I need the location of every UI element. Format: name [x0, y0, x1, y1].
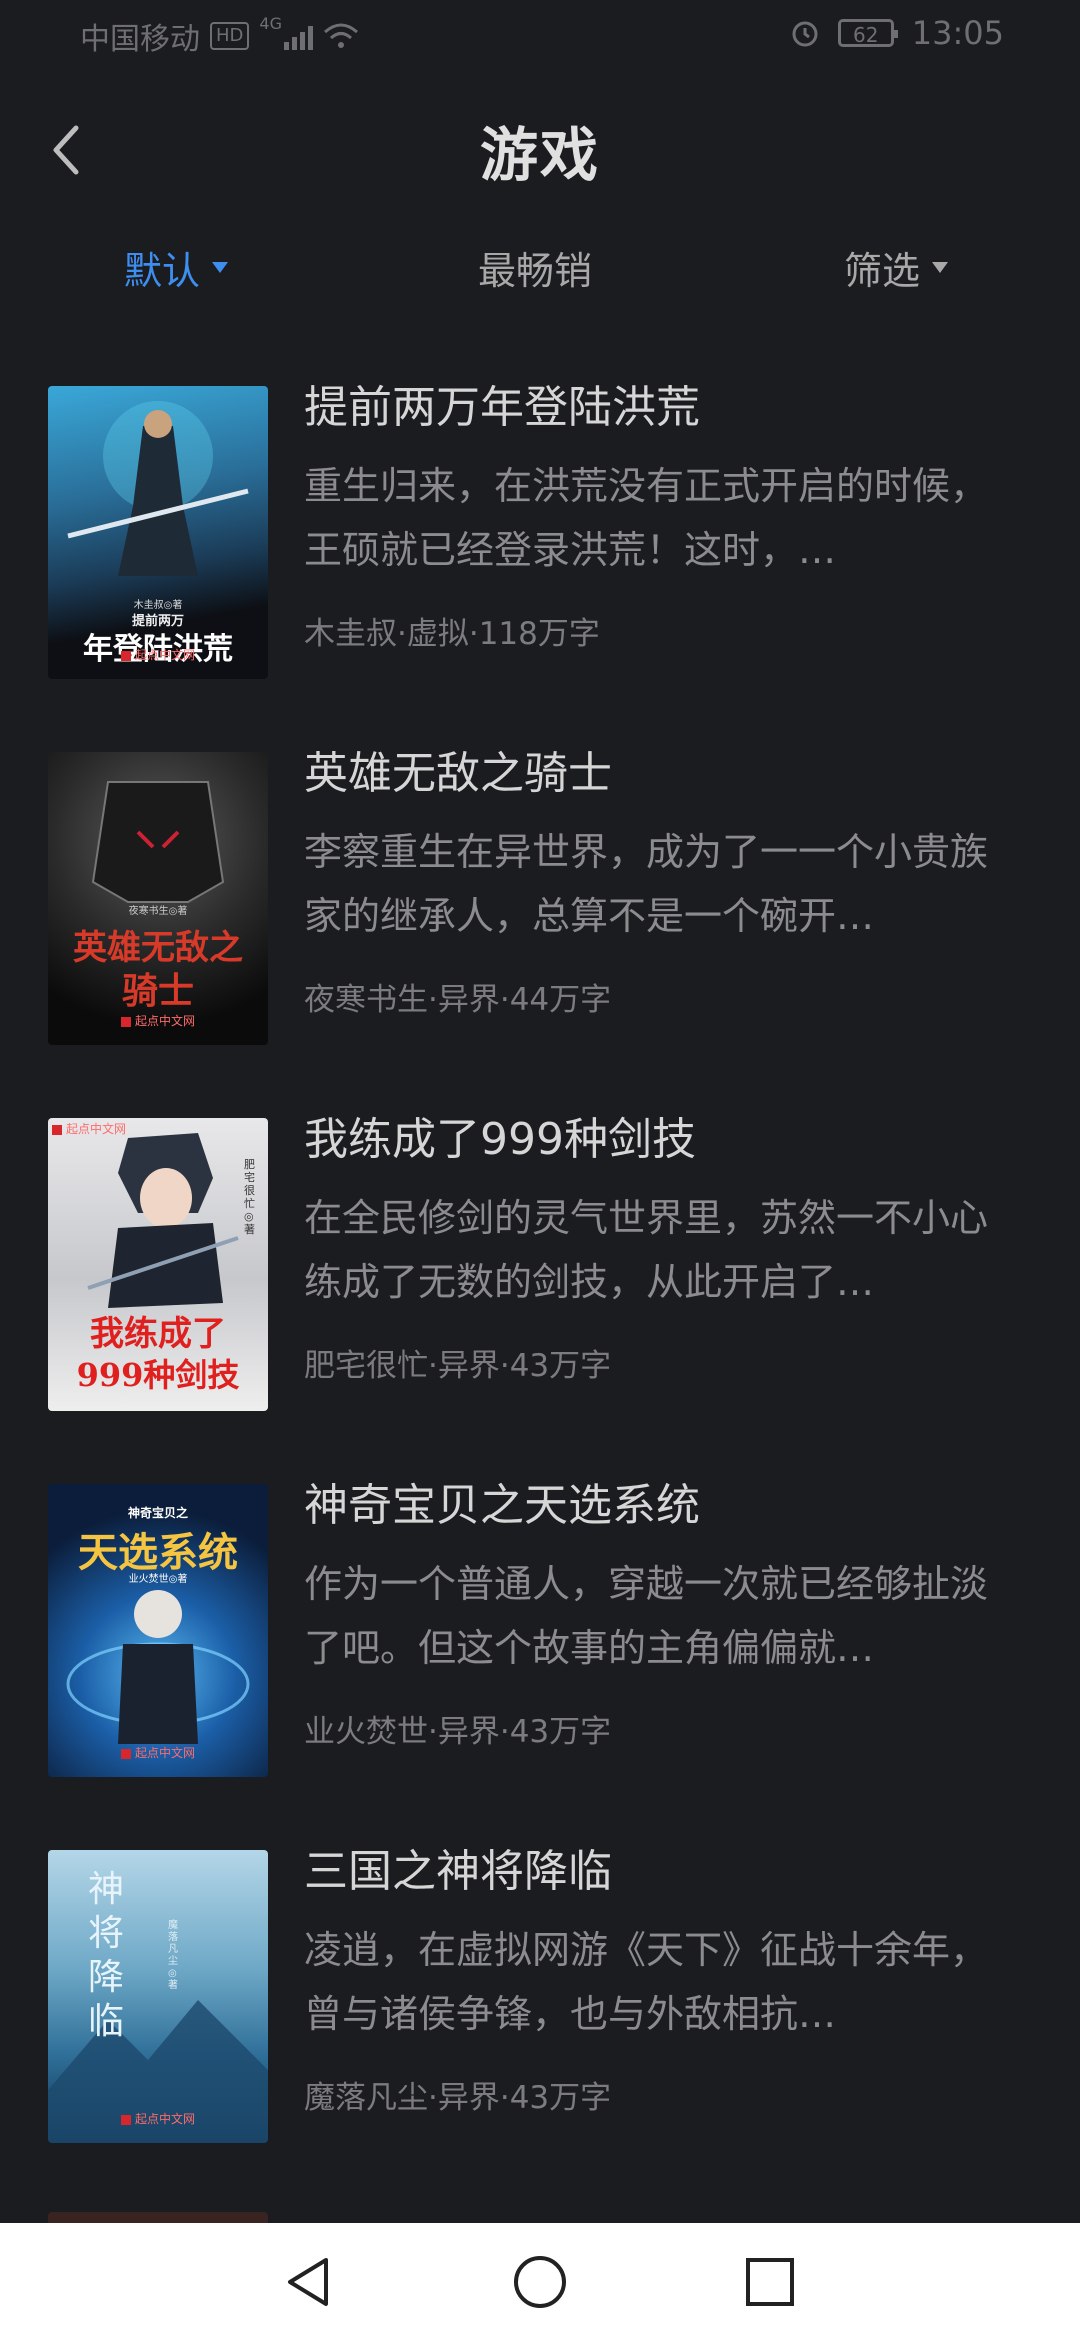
- wifi-icon: [323, 23, 358, 48]
- network-label: 4G: [259, 14, 282, 33]
- cover-publisher: 起点中文网: [48, 646, 268, 663]
- tab-filter-label: 筛选: [844, 249, 921, 293]
- cover-author: 肥宅很忙◎著: [244, 1158, 255, 1236]
- book-list: 木圭叔◎著 提前两万 年登陆洪荒 起点中文网 提前两万年登陆洪荒 重生归来，在洪…: [0, 382, 1080, 2212]
- book-item[interactable]: 夜寒书生◎著 英雄无敌之 骑士 起点中文网 英雄无敌之骑士 李察重生在异世界，成…: [0, 748, 1080, 1114]
- book-meta: 魔落凡尘·异界·43万字: [304, 2080, 612, 2116]
- book-cover: 神奇宝贝之 天选系统 业火焚世◎著 起点中文网: [48, 1484, 268, 1777]
- hd-icon: HD: [210, 22, 250, 50]
- triangle-back-icon: [288, 2257, 328, 2306]
- status-right: 62 13:05: [790, 14, 1004, 52]
- book-info: 三国之神将降临 凌逍，在虚拟网游《天下》征战十余年，曾与诸侯争锋，也与外敌相抗……: [304, 1846, 1024, 2117]
- book-title: 我练成了999种剑技: [304, 1114, 696, 1165]
- nav-recents-button[interactable]: [720, 2223, 820, 2340]
- book-title: 英雄无敌之骑士: [304, 748, 612, 799]
- cover-author: 魔落凡尘◎著: [168, 1920, 178, 1991]
- status-left: 中国移动 HD 4G: [80, 14, 359, 58]
- status-bar: 中国移动 HD 4G 62 13:05: [0, 0, 1080, 72]
- clock: 13:05: [911, 14, 1004, 52]
- book-meta: 木圭叔·虚拟·118万字: [304, 616, 600, 652]
- book-meta: 肥宅很忙·异界·43万字: [304, 1348, 612, 1384]
- cover-title: 神将降临: [88, 1869, 125, 2042]
- book-info: 我练成了999种剑技 在全民修剑的灵气世界里，苏然一不小心练成了无数的剑技，从此…: [304, 1114, 1024, 1385]
- carrier-label: 中国移动: [80, 22, 200, 57]
- tab-filter[interactable]: 筛选: [844, 240, 949, 295]
- circle-home-icon: [514, 2255, 566, 2308]
- book-title: 提前两万年登陆洪荒: [304, 382, 700, 433]
- sort-tabs: 默认 最畅销 筛选: [0, 240, 1080, 310]
- book-cover: 神将降临 魔落凡尘◎著 起点中文网: [48, 1850, 268, 2143]
- book-item[interactable]: 神奇宝贝之 天选系统 业火焚世◎著 起点中文网 神奇宝贝之天选系统 作为一个普通…: [0, 1480, 1080, 1846]
- alarm-icon: [792, 21, 818, 47]
- cover-art: [48, 2000, 268, 2143]
- cover-publisher: 起点中文网: [48, 1012, 268, 1029]
- book-info: 提前两万年登陆洪荒 重生归来，在洪荒没有正式开启的时候，王硕就已经登录洪荒！这时…: [304, 382, 1024, 653]
- book-cover: 夜寒书生◎著 英雄无敌之 骑士 起点中文网: [48, 752, 268, 1045]
- cover-publisher: 起点中文网: [52, 1120, 268, 1137]
- tab-bestselling-label: 最畅销: [478, 249, 593, 293]
- nav-back-button[interactable]: [258, 2223, 358, 2340]
- book-cover: 肥宅很忙◎著 我练成了 999种剑技 起点中文网: [48, 1118, 268, 1411]
- tab-default[interactable]: 默认: [124, 240, 229, 295]
- cover-publisher: 起点中文网: [48, 2110, 268, 2127]
- cover-title-line2: 骑士: [121, 970, 194, 1012]
- tab-default-label: 默认: [124, 249, 201, 293]
- cover-author: 木圭叔◎著: [133, 600, 183, 611]
- book-description: 重生归来，在洪荒没有正式开启的时候，王硕就已经登录洪荒！这时，…: [304, 464, 989, 572]
- nav-home-button[interactable]: [490, 2223, 590, 2340]
- book-item[interactable]: 神将降临 魔落凡尘◎著 起点中文网 三国之神将降临 凌逍，在虚拟网游《天下》征战…: [0, 1846, 1080, 2212]
- dropdown-triangle-icon: [932, 262, 949, 273]
- cover-author: 夜寒书生◎著: [128, 906, 188, 917]
- book-item[interactable]: 木圭叔◎著 提前两万 年登陆洪荒 起点中文网 提前两万年登陆洪荒 重生归来，在洪…: [0, 382, 1080, 748]
- book-info: 神奇宝贝之天选系统 作为一个普通人，穿越一次就已经够扯淡了吧。但这个故事的主角偏…: [304, 1480, 1024, 1751]
- book-meta: 业火焚世·异界·43万字: [304, 1714, 612, 1750]
- book-description: 在全民修剑的灵气世界里，苏然一不小心练成了无数的剑技，从此开启了…: [304, 1196, 989, 1304]
- cover-title-line1: 我练成了: [90, 1314, 226, 1354]
- cover-series: 神奇宝贝之: [127, 1506, 188, 1520]
- system-nav-bar: [0, 2223, 1080, 2340]
- square-recents-icon: [746, 2257, 794, 2306]
- dropdown-triangle-icon: [212, 262, 229, 273]
- page-title: 游戏: [479, 121, 600, 189]
- header: 游戏: [0, 100, 1080, 200]
- tab-bestselling[interactable]: 最畅销: [478, 240, 592, 295]
- cover-title-line2: 999种剑技: [76, 1356, 240, 1394]
- book-description: 凌逍，在虚拟网游《天下》征战十余年，曾与诸侯争锋，也与外敌相抗…: [304, 1928, 989, 2036]
- next-book-cover-partial: [48, 2212, 268, 2223]
- book-title: 神奇宝贝之天选系统: [304, 1480, 700, 1531]
- book-description: 作为一个普通人，穿越一次就已经够扯淡了吧。但这个故事的主角偏偏就…: [304, 1562, 989, 1670]
- battery-icon: 62: [837, 19, 898, 47]
- cover-publisher: 起点中文网: [48, 1744, 268, 1761]
- signal-icon: [283, 22, 313, 50]
- book-info: 英雄无敌之骑士 李察重生在异世界，成为了一一个小贵族家的继承人，总算不是一个碗开…: [304, 748, 1024, 1019]
- cover-author: 业火焚世◎著: [128, 1574, 188, 1585]
- book-cover: 木圭叔◎著 提前两万 年登陆洪荒 起点中文网: [48, 386, 268, 679]
- book-meta: 夜寒书生·异界·44万字: [304, 982, 612, 1018]
- book-title: 三国之神将降临: [304, 1846, 612, 1897]
- book-item[interactable]: 肥宅很忙◎著 我练成了 999种剑技 起点中文网 我练成了999种剑技 在全民修…: [0, 1114, 1080, 1480]
- book-description: 李察重生在异世界，成为了一一个小贵族家的继承人，总算不是一个碗开…: [304, 830, 989, 938]
